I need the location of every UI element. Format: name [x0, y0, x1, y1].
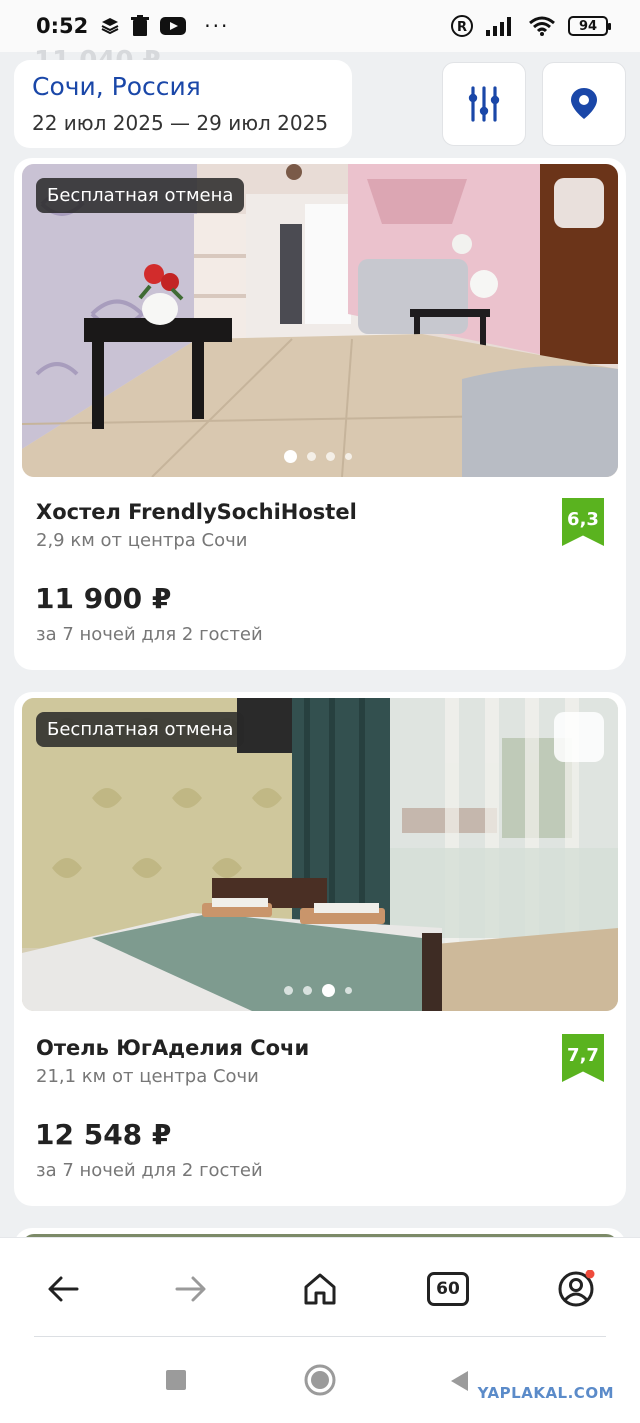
- youtube-icon: [160, 17, 187, 35]
- listing-price: 11 900 ₽: [35, 582, 172, 615]
- photo-dot[interactable]: [326, 452, 335, 461]
- back-triangle-icon[interactable]: [448, 1369, 470, 1393]
- arrow-left-icon: [48, 1276, 79, 1302]
- home-circle-icon[interactable]: [303, 1363, 337, 1397]
- status-notification-icons: ···: [100, 14, 229, 38]
- photo-dot[interactable]: [303, 986, 312, 995]
- free-cancellation-badge: Бесплатная отмена: [36, 178, 245, 213]
- tabs-icon: 60: [427, 1272, 469, 1306]
- arrow-right-icon: [175, 1276, 206, 1302]
- watermark: YAPLAKAL.COM: [477, 1384, 614, 1402]
- svg-text:R: R: [457, 20, 467, 35]
- listing-price: 12 548 ₽: [35, 1118, 172, 1151]
- rating-badge: 6,3: [562, 498, 604, 546]
- listing-distance: 2,9 км от центра Сочи: [36, 530, 248, 551]
- rating-badge: 7,7: [562, 1034, 604, 1082]
- listing-card[interactable]: Бесплатная отмена Отель ЮгАделия Сочи 21…: [14, 692, 626, 1206]
- listing-card[interactable]: Бесплатная отмена Хостел FrendlySochiHos…: [14, 158, 626, 670]
- photo-dot[interactable]: [284, 450, 297, 463]
- photo-dot[interactable]: [322, 984, 335, 997]
- back-button[interactable]: [37, 1264, 89, 1314]
- status-time: 0:52: [36, 14, 89, 38]
- listing-distance: 21,1 км от центра Сочи: [36, 1066, 259, 1087]
- photo-dot[interactable]: [345, 987, 352, 994]
- photo-dot[interactable]: [345, 453, 352, 460]
- home-button[interactable]: [294, 1264, 346, 1314]
- free-cancellation-badge: Бесплатная отмена: [36, 712, 245, 747]
- recents-button[interactable]: [166, 1370, 186, 1390]
- listing-title[interactable]: Отель ЮгАделия Сочи: [36, 1036, 309, 1060]
- favorite-button[interactable]: [554, 712, 604, 762]
- status-bar: 0:52 ··· R 94: [0, 0, 640, 52]
- forward-button[interactable]: [165, 1264, 217, 1314]
- search-dates: 22 июл 2025 — 29 июл 2025: [32, 111, 329, 135]
- map-pin-icon: [571, 88, 597, 119]
- battery-indicator: 94: [568, 16, 611, 36]
- system-navigation-bar: [0, 1337, 640, 1423]
- photo-pager-dots: [284, 450, 352, 463]
- search-city: Сочи, Россия: [32, 72, 201, 101]
- favorite-button[interactable]: [554, 178, 604, 228]
- wifi-icon: [529, 16, 555, 36]
- layers-icon: [101, 18, 119, 35]
- photo-dot[interactable]: [284, 986, 293, 995]
- photo-dot[interactable]: [307, 452, 316, 461]
- profile-button[interactable]: [550, 1264, 602, 1314]
- listing-nights-guests: за 7 ночей для 2 гостей: [36, 1160, 263, 1181]
- filters-icon: [468, 86, 500, 122]
- tabs-button[interactable]: 60: [422, 1264, 474, 1314]
- filters-button[interactable]: [442, 62, 526, 146]
- listing-nights-guests: за 7 ночей для 2 гостей: [36, 624, 263, 645]
- map-button[interactable]: [542, 62, 626, 146]
- listing-title[interactable]: Хостел FrendlySochiHostel: [36, 500, 357, 524]
- trash-icon: [131, 15, 150, 36]
- registered-icon: R: [451, 15, 473, 37]
- more-notifications-icon: ···: [204, 14, 230, 38]
- home-icon: [304, 1273, 336, 1305]
- browser-bottom-nav: 60: [0, 1237, 640, 1337]
- tabs-count: 60: [436, 1279, 460, 1299]
- listing-photo[interactable]: Бесплатная отмена: [22, 164, 618, 477]
- profile-icon: [558, 1270, 595, 1307]
- signal-icon: [486, 17, 511, 36]
- listing-photo[interactable]: Бесплатная отмена: [22, 698, 618, 1011]
- photo-pager-dots: [284, 984, 352, 997]
- search-summary[interactable]: Сочи, Россия 22 июл 2025 — 29 июл 2025: [14, 60, 352, 148]
